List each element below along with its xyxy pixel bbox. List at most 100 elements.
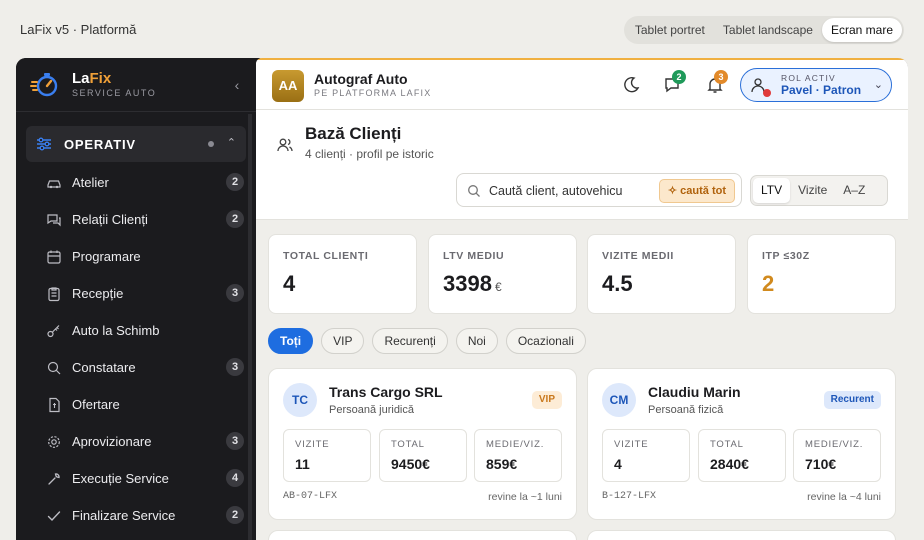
section-operativ[interactable]: OPERATIV ⌃ (26, 126, 246, 162)
app-title: LaFix v5 · Platformă (20, 22, 137, 37)
view-mode-toggle: Tablet portret Tablet landscape Ecran ma… (623, 16, 904, 44)
sidebar-item-receptie[interactable]: Recepție 3 (26, 275, 246, 312)
count-badge: 3 (226, 284, 244, 302)
key-icon (47, 325, 60, 338)
client-type: Persoană fizică (648, 404, 724, 416)
gear-icon (48, 436, 60, 448)
metric-label: VIZITE (614, 439, 649, 450)
metric-value: 710€ (805, 456, 837, 472)
stat-value: 4.5 (602, 271, 633, 296)
stats-row: TOTAL CLIENȚI 4 LTV MEDIU 3398 € VIZITE M… (268, 234, 896, 314)
page-subtitle: 4 clienți · profil pe istoric (305, 147, 434, 161)
stat-value: 4 (283, 271, 296, 296)
metric-value: 11 (295, 456, 310, 472)
count-badge: 2 (226, 506, 244, 524)
chevron-up-icon: ⌃ (226, 137, 236, 149)
sort-az-button[interactable]: A–Z (835, 178, 873, 203)
car-icon (47, 180, 61, 189)
document-icon (49, 397, 60, 413)
main-header: AA Autograf Auto PE PLATFORMA LAFIX 2 3 … (256, 58, 908, 110)
filter-chips: Toți VIP Recurenți Noi Ocazionali (268, 328, 594, 354)
role-label: ROL ACTIV (781, 73, 836, 83)
stat-itp-due: ITP ≤30Z 2 (747, 234, 896, 314)
stat-avg-visits: VIZITE MEDII 4.5 (587, 234, 736, 314)
search-input[interactable]: Caută client, autovehicu ✧ caută tot (456, 173, 742, 207)
client-card[interactable]: TC Trans Cargo SRL Persoană juridică VIP… (268, 368, 577, 520)
section-label: OPERATIV (64, 137, 136, 152)
sidebar-item-label: Execuție Service (72, 471, 169, 486)
sidebar-item-label: Recepție (72, 286, 124, 301)
sidebar-item-label: Atelier (72, 175, 109, 190)
sidebar-item-relatii-clienti[interactable]: Relații Clienți 2 (26, 201, 246, 238)
metric-label: TOTAL (710, 439, 744, 450)
sidebar-item-label: Relații Clienți (72, 212, 148, 227)
count-badge: 2 (226, 210, 244, 228)
metric-label: VIZITE (295, 439, 330, 450)
filter-new-chip[interactable]: Noi (455, 328, 498, 354)
sidebar-scrollbar[interactable] (248, 114, 252, 540)
metric-value: 9450€ (391, 456, 430, 472)
sidebar: LaFix SERVICE AUTO ‹ OPERATIV ⌃ Atelier … (16, 58, 256, 540)
filter-occasional-chip[interactable]: Ocazionali (505, 328, 586, 354)
sidebar-item-auto-la-schimb[interactable]: Auto la Schimb (26, 312, 246, 349)
workspace-subtitle: PE PLATFORMA LAFIX (314, 88, 432, 98)
client-card[interactable]: CM Claudiu Marin Persoană fizică Recuren… (587, 368, 896, 520)
sidebar-item-label: Finalizare Service (72, 508, 176, 523)
sidebar-item-ofertare[interactable]: Ofertare (26, 386, 246, 423)
metric-label: MEDIE/VIZ. (486, 439, 545, 450)
sidebar-item-executie-service[interactable]: Execuție Service 4 (26, 460, 246, 497)
search-all-button[interactable]: ✧ caută tot (658, 179, 735, 203)
view-large-screen-button[interactable]: Ecran mare (821, 18, 902, 42)
filter-all-chip[interactable]: Toți (268, 328, 314, 354)
role-name: Pavel · Patron (781, 83, 862, 97)
chevron-down-icon: ⌄ (873, 79, 883, 91)
main-content: AA Autograf Auto PE PLATFORMA LAFIX 2 3 … (256, 58, 908, 540)
sidebar-item-label: Programare (72, 249, 141, 264)
metric-label: TOTAL (391, 439, 425, 450)
sidebar-item-aprovizionare[interactable]: Aprovizionare 3 (26, 423, 246, 460)
collapse-sidebar-button[interactable]: ‹ (228, 76, 246, 94)
stat-label: LTV MEDIU (443, 250, 505, 262)
client-name: Claudiu Marin (648, 384, 741, 400)
chat-icon (47, 214, 61, 227)
sidebar-item-programare[interactable]: Programare (26, 238, 246, 275)
metric-visits: VIZITE 11 (283, 429, 371, 482)
stat-unit: € (494, 280, 502, 294)
client-card-partial[interactable] (268, 530, 577, 540)
client-card-partial[interactable] (587, 530, 896, 540)
metric-avg-per-visit: MEDIE/VIZ. 859€ (474, 429, 562, 482)
count-badge: 3 (226, 358, 244, 376)
count-badge: 4 (226, 469, 244, 487)
filter-recurring-chip[interactable]: Recurenți (372, 328, 448, 354)
brand-name: LaFix (72, 70, 112, 87)
page-title: Bază Clienți (305, 124, 402, 143)
workspace-avatar: AA (272, 70, 304, 102)
sort-visits-button[interactable]: Vizite (790, 178, 835, 203)
sidebar-item-constatare[interactable]: Constatare 3 (26, 349, 246, 386)
magnifier-icon (47, 361, 61, 375)
return-estimate: revine la ~1 luni (488, 491, 562, 503)
app-frame: LaFix SERVICE AUTO ‹ OPERATIV ⌃ Atelier … (16, 58, 908, 540)
status-dot (208, 141, 214, 147)
metric-total: TOTAL 2840€ (698, 429, 786, 482)
stat-label: VIZITE MEDII (602, 250, 674, 262)
brand: LaFix SERVICE AUTO ‹ (16, 58, 256, 112)
sidebar-item-atelier[interactable]: Atelier 2 (26, 164, 246, 201)
filter-vip-chip[interactable]: VIP (321, 328, 365, 354)
view-tablet-landscape-button[interactable]: Tablet landscape (714, 18, 822, 42)
sort-ltv-button[interactable]: LTV (753, 178, 791, 203)
client-tag-badge: VIP (531, 391, 562, 409)
view-tablet-portrait-button[interactable]: Tablet portret (626, 18, 714, 42)
moon-icon[interactable] (620, 74, 642, 96)
sidebar-item-finalizare-service[interactable]: Finalizare Service 2 (26, 497, 246, 534)
sidebar-item-label: Auto la Schimb (72, 323, 160, 338)
plate-number: B-127-LFX (602, 491, 657, 502)
users-icon (277, 138, 293, 152)
calendar-icon (47, 250, 61, 264)
client-type: Persoană juridică (329, 404, 414, 416)
sidebar-nav: Atelier 2 Relații Clienți 2 Programare R… (26, 164, 246, 534)
stat-value: 3398 € (443, 271, 502, 296)
role-selector[interactable]: ROL ACTIV Pavel · Patron ⌄ (740, 68, 892, 102)
metric-visits: VIZITE 4 (602, 429, 690, 482)
metric-label: MEDIE/VIZ. (805, 439, 864, 450)
